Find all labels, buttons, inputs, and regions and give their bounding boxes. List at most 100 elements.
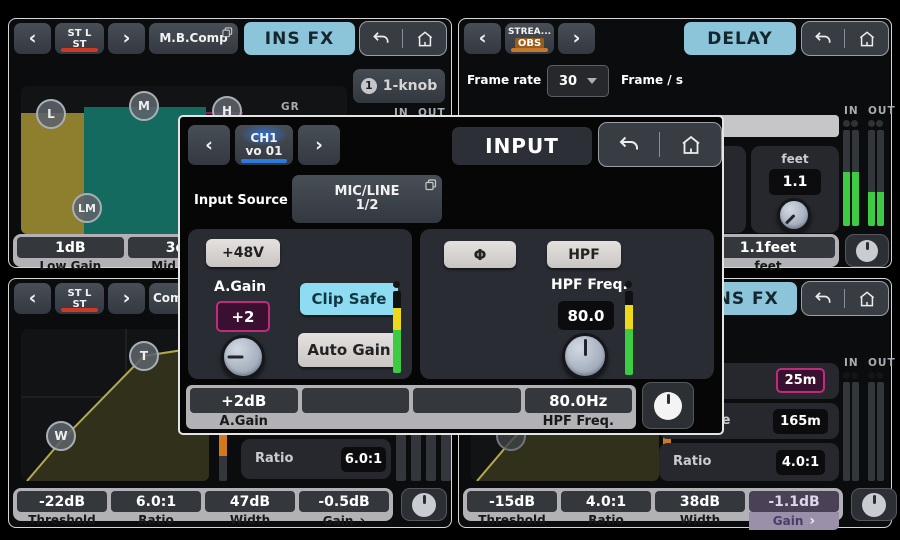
nav-group	[359, 21, 447, 56]
channel-select-button[interactable]: ST L ST	[55, 283, 104, 314]
hpf-freq-label: HPF Freq.	[551, 277, 628, 293]
low-band-knob-marker[interactable]: L	[36, 99, 66, 129]
auto-gain-button[interactable]: Auto Gain	[298, 333, 400, 367]
out-peak-dot	[868, 120, 875, 127]
hpf-button[interactable]: HPF	[547, 241, 621, 268]
out-meter-r	[877, 382, 884, 481]
width-knob-marker[interactable]: W	[46, 421, 76, 451]
phase-hpf-section: Φ HPF HPF Freq. 80.0	[420, 229, 714, 379]
back-button[interactable]	[364, 22, 398, 55]
in-meter-r	[852, 130, 859, 226]
hpf-freq-value-cell[interactable]: 80.0Hz	[525, 388, 633, 413]
again-knob[interactable]	[221, 335, 265, 379]
attack-value[interactable]: 25m	[776, 368, 825, 393]
lowmid-band-knob-marker[interactable]: LM	[72, 193, 102, 223]
chevron-left-icon: ‹	[29, 289, 37, 308]
frame-unit-label: Frame / s	[621, 73, 683, 87]
home-button[interactable]	[408, 22, 442, 55]
gain-value-cell-selected[interactable]: -1.1dB	[749, 491, 839, 512]
page-title-delay: DELAY	[684, 22, 796, 55]
ratio-value[interactable]: 4.0:1	[776, 450, 825, 475]
next-channel-button[interactable]: ›	[108, 283, 145, 314]
prev-channel-button[interactable]: ‹	[14, 283, 51, 314]
ratio-value-cell[interactable]: 6.0:1	[111, 491, 201, 512]
mixer-screen: ‹ ST L ST › M.B.Comp INS FX L M H LM GR	[0, 0, 900, 540]
channel-select-button[interactable]: ST L ST	[55, 23, 104, 54]
divider	[659, 132, 660, 157]
copy-icon	[222, 27, 233, 41]
mid-band-knob-marker[interactable]: M	[129, 91, 159, 121]
hpf-freq-knob[interactable]	[562, 333, 608, 379]
chevron-left-icon: ‹	[479, 29, 487, 48]
more-params-icon[interactable]: ›	[359, 513, 365, 530]
back-button[interactable]	[806, 282, 840, 315]
analog-gain-section: +48V A.Gain +2 Clip Safe Auto Gain	[188, 229, 412, 379]
next-channel-button[interactable]: ›	[558, 23, 595, 54]
width-value-cell[interactable]: 38dB	[655, 491, 745, 512]
one-knob-button[interactable]: 1 1-knob	[353, 69, 445, 103]
back-button[interactable]	[605, 123, 654, 166]
feet-knob[interactable]	[777, 198, 811, 232]
page-button-mbcomp[interactable]: M.B.Comp	[149, 23, 238, 54]
home-button[interactable]	[850, 22, 884, 55]
divider	[844, 29, 845, 48]
threshold-value-cell[interactable]: -15dB	[467, 491, 557, 512]
prev-channel-button[interactable]: ‹	[188, 125, 230, 165]
dropdown-arrow-icon	[587, 78, 597, 84]
phantom-48v-button[interactable]: +48V	[206, 239, 280, 267]
frame-rate-dropdown[interactable]: 30	[547, 65, 609, 97]
out-meter-r	[877, 130, 884, 226]
delay-feet-box: feet 1.1	[751, 146, 839, 233]
width-value-cell[interactable]: 47dB	[205, 491, 295, 512]
in-peak-dot	[843, 372, 850, 379]
empty-value-cell[interactable]	[413, 388, 521, 413]
channel-select-button[interactable]: CH1 vo 01	[235, 125, 293, 165]
param-bottom-bar: -15dB 4.0:1 38dB -1.1dB Threshold Ratio …	[463, 488, 843, 521]
nav-group	[801, 281, 889, 316]
out-meter-l	[868, 382, 875, 481]
hpf-freq-value[interactable]: 80.0	[558, 301, 614, 330]
meter-peak-dot	[625, 281, 632, 288]
input-source-label: Input Source	[194, 193, 288, 208]
touch-knob-button[interactable]	[401, 488, 447, 521]
home-button[interactable]	[666, 123, 715, 166]
feet-value[interactable]: 1.1	[769, 169, 821, 195]
clip-safe-button[interactable]: Clip Safe	[300, 283, 398, 315]
divider	[402, 29, 403, 48]
touch-knob-button[interactable]	[845, 234, 889, 267]
input-source-button[interactable]: MIC/LINE 1/2	[292, 175, 442, 223]
low-gain-value-cell[interactable]: 1dB	[17, 237, 124, 258]
ratio-value[interactable]: 6.0:1	[341, 447, 386, 472]
again-value-cell[interactable]: +2dB	[190, 388, 298, 413]
chevron-right-icon: ›	[123, 289, 131, 308]
prev-channel-button[interactable]: ‹	[14, 23, 51, 54]
nav-group	[598, 122, 722, 167]
dialog-title: INPUT	[452, 127, 592, 165]
release-value[interactable]: 165m	[773, 409, 828, 434]
threshold-value-cell[interactable]: -22dB	[17, 491, 107, 512]
threshold-knob-marker[interactable]: T	[129, 341, 159, 371]
next-channel-button[interactable]: ›	[108, 23, 145, 54]
chevron-left-icon: ‹	[29, 29, 37, 48]
home-button[interactable]	[850, 282, 884, 315]
out-peak-dot	[868, 372, 875, 379]
input-level-meter	[625, 291, 633, 375]
ratio-value-cell[interactable]: 4.0:1	[561, 491, 651, 512]
frame-rate-label: Frame rate	[467, 73, 541, 87]
gain-value-cell[interactable]: -0.5dB	[299, 491, 389, 512]
out-meter-l	[868, 130, 875, 226]
input-level-meter	[393, 291, 401, 373]
touch-knob-button[interactable]	[851, 488, 897, 521]
next-channel-button[interactable]: ›	[298, 125, 340, 165]
touch-knob-button[interactable]	[642, 382, 694, 429]
back-button[interactable]	[806, 22, 840, 55]
chevron-right-icon: ›	[123, 29, 131, 48]
phase-button[interactable]: Φ	[444, 241, 516, 268]
channel-select-button[interactable]: STREA... OBS	[505, 23, 554, 54]
prev-channel-button[interactable]: ‹	[464, 23, 501, 54]
more-params-icon[interactable]: ›	[809, 513, 815, 530]
input-overlay-dialog: ‹ CH1 vo 01 › INPUT Input Source MIC/LIN…	[178, 115, 724, 435]
again-value[interactable]: +2	[216, 301, 270, 332]
empty-value-cell[interactable]	[302, 388, 410, 413]
ratio-row: Ratio 4.0:1	[659, 443, 839, 481]
